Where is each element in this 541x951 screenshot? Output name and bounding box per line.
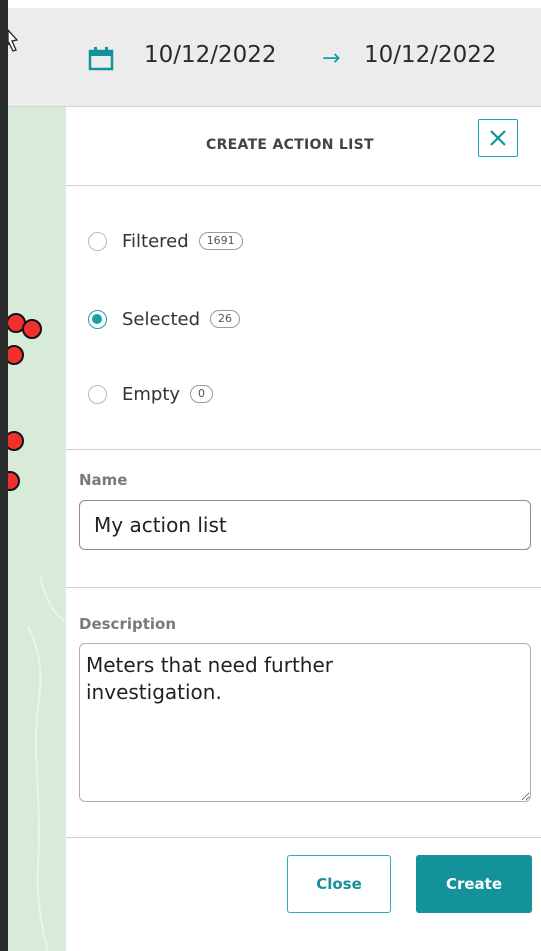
radio-selected[interactable] [88, 309, 107, 329]
map-area[interactable] [8, 107, 67, 951]
window-left-edge [0, 0, 8, 951]
option-label: Filtered [122, 230, 189, 252]
radio-empty[interactable] [88, 384, 107, 404]
calendar-icon[interactable] [88, 47, 114, 71]
option-label: Selected [122, 308, 201, 330]
create-action-list-panel: CREATE ACTION LIST Filtered 1691 Selecte… [66, 107, 541, 951]
cursor-icon [8, 29, 19, 52]
description-textarea[interactable]: Meters that need further investigation. [79, 643, 531, 802]
window-top-edge [0, 0, 541, 8]
option-empty[interactable]: Empty 0 [88, 379, 214, 409]
panel-header: CREATE ACTION LIST [66, 107, 541, 186]
radio-filtered[interactable] [88, 231, 107, 251]
option-label: Empty [122, 383, 181, 405]
divider [66, 449, 541, 450]
close-icon [490, 130, 506, 146]
date-end[interactable]: 10/12/2022 [364, 42, 497, 68]
divider [66, 837, 541, 838]
name-label: Name [79, 471, 128, 489]
option-selected[interactable]: Selected 26 [88, 304, 241, 334]
name-input[interactable] [79, 500, 531, 550]
arrow-right-icon: → [322, 46, 341, 71]
date-range-bar: 10/12/2022 → 10/12/2022 [8, 8, 541, 107]
divider [66, 587, 541, 588]
map-marker[interactable] [22, 319, 42, 339]
count-badge: 0 [190, 385, 214, 403]
description-label: Description [79, 615, 177, 633]
option-filtered[interactable]: Filtered 1691 [88, 226, 243, 256]
panel-title: CREATE ACTION LIST [206, 137, 374, 153]
close-button[interactable]: Close [287, 855, 391, 913]
create-button[interactable]: Create [416, 855, 532, 913]
close-panel-button[interactable] [478, 119, 518, 157]
count-badge: 1691 [198, 232, 243, 250]
date-start[interactable]: 10/12/2022 [144, 42, 277, 68]
count-badge: 26 [210, 310, 241, 328]
map-road-lines [27, 576, 66, 951]
